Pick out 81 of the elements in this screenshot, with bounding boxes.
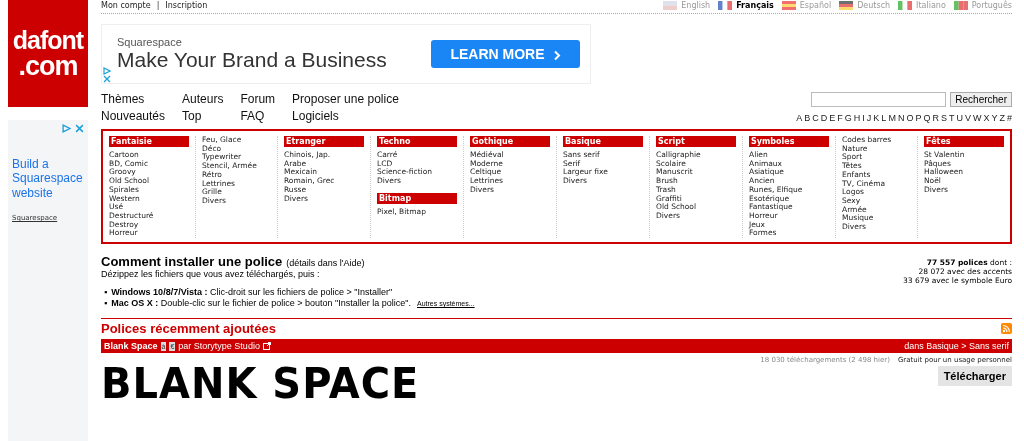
nav-link[interactable]: Top: [182, 109, 224, 123]
play-triangle-icon[interactable]: [103, 67, 111, 75]
play-triangle-icon[interactable]: [62, 124, 71, 133]
letter-link[interactable]: I: [862, 113, 865, 123]
ad-headline[interactable]: Make Your Brand a Business: [117, 48, 387, 72]
external-link-icon[interactable]: [262, 342, 271, 351]
letter-link[interactable]: S: [940, 113, 947, 123]
category-heading[interactable]: Fantaisie: [109, 136, 189, 147]
letter-link[interactable]: A: [796, 113, 803, 123]
learn-more-button[interactable]: LEARN MORE: [431, 40, 580, 68]
category-heading[interactable]: Bitmap: [377, 192, 457, 204]
category-heading[interactable]: Script: [656, 136, 736, 147]
author-link[interactable]: par Storytype Studio: [178, 341, 260, 352]
flag-icon: [663, 1, 678, 10]
letter-link[interactable]: O: [906, 113, 914, 123]
font-name-link[interactable]: Blank Space: [104, 341, 158, 352]
account-link[interactable]: Mon compte: [101, 1, 151, 10]
rss-icon[interactable]: [1001, 323, 1012, 335]
letter-link[interactable]: E: [829, 113, 836, 123]
letter-link[interactable]: Q: [923, 113, 931, 123]
dafont-logo[interactable]: dafont .com: [8, 0, 88, 107]
nav-link[interactable]: Thèmes: [101, 92, 166, 106]
letter-link[interactable]: C: [812, 113, 819, 123]
letter-link[interactable]: X: [983, 113, 990, 123]
letter-link[interactable]: #: [1007, 113, 1012, 123]
letter-link[interactable]: Z: [999, 113, 1005, 123]
chevron-icon: [552, 49, 561, 61]
flag-icon: [953, 1, 968, 10]
category-heading[interactable]: Techno: [377, 136, 457, 147]
bullet: ▪: [104, 298, 108, 309]
separator: |: [156, 1, 160, 10]
nav-link[interactable]: Nouveautés: [101, 109, 166, 123]
ad-brand[interactable]: Squarespace: [117, 36, 387, 48]
font-preview[interactable]: BLANK SPACE: [101, 358, 420, 408]
language-link[interactable]: Français: [718, 1, 774, 10]
letter-link[interactable]: B: [804, 113, 811, 123]
nav-link[interactable]: Proposer une police: [292, 92, 399, 106]
letter-link[interactable]: R: [932, 113, 939, 123]
category-heading[interactable]: Fêtes: [924, 136, 1004, 147]
nav-link[interactable]: Logiciels: [292, 109, 399, 123]
letter-link[interactable]: T: [948, 113, 955, 123]
category-heading[interactable]: Gothique: [470, 136, 550, 147]
details-note: (détails dans l'Aide): [286, 258, 365, 269]
flag-icon: [718, 1, 733, 10]
section-title: Polices récemment ajoutées: [101, 321, 276, 337]
category-heading[interactable]: Symboles: [749, 136, 829, 147]
account-link[interactable]: Inscription: [165, 1, 208, 10]
category-heading[interactable]: Basique: [563, 136, 643, 147]
category-path[interactable]: dans Basique > Sans serif: [904, 341, 1009, 352]
letter-link[interactable]: J: [866, 113, 872, 123]
install-intro: Dézippez les fichiers que vous avez téléchargés, puis :: [101, 269, 321, 280]
flag-icon: [898, 1, 913, 10]
nav-link[interactable]: Forum: [240, 92, 276, 106]
nav-link[interactable]: FAQ: [240, 109, 276, 123]
flag-icon: [781, 1, 796, 10]
letter-link[interactable]: G: [844, 113, 852, 123]
search-button[interactable]: Rechercher: [950, 92, 1012, 107]
close-icon[interactable]: [103, 75, 111, 83]
close-icon[interactable]: [75, 124, 84, 133]
letter-link[interactable]: P: [915, 113, 922, 123]
search-field[interactable]: [811, 92, 947, 107]
install-step: Windows 10/8/7/Vista : Clic-droit sur les fichiers de police > "Installer": [111, 287, 393, 298]
letter-link[interactable]: U: [956, 113, 963, 123]
letter-link[interactable]: V: [964, 113, 971, 123]
letter-link[interactable]: L: [881, 113, 887, 123]
install-step: Mac OS X : Double-clic sur le fichier de police > bouton "Installer la police".: [111, 298, 411, 309]
section-title: Comment installer une police: [101, 254, 283, 270]
ad-headline[interactable]: Build a Squarespace website: [12, 157, 84, 201]
letter-link[interactable]: W: [972, 113, 982, 123]
letter-link[interactable]: K: [873, 113, 880, 123]
letter-link[interactable]: M: [888, 113, 896, 123]
category-heading[interactable]: Etranger: [284, 136, 364, 147]
bullet: ▪: [104, 287, 108, 298]
letter-link[interactable]: D: [820, 113, 828, 123]
letter-link[interactable]: Y: [991, 113, 998, 123]
letter-link[interactable]: H: [853, 113, 861, 123]
letter-link[interactable]: F: [837, 113, 843, 123]
download-button[interactable]: Télécharger: [937, 366, 1012, 387]
nav-link[interactable]: Auteurs: [182, 92, 224, 106]
flag-icon: [839, 1, 854, 10]
letter-link[interactable]: N: [897, 113, 905, 123]
